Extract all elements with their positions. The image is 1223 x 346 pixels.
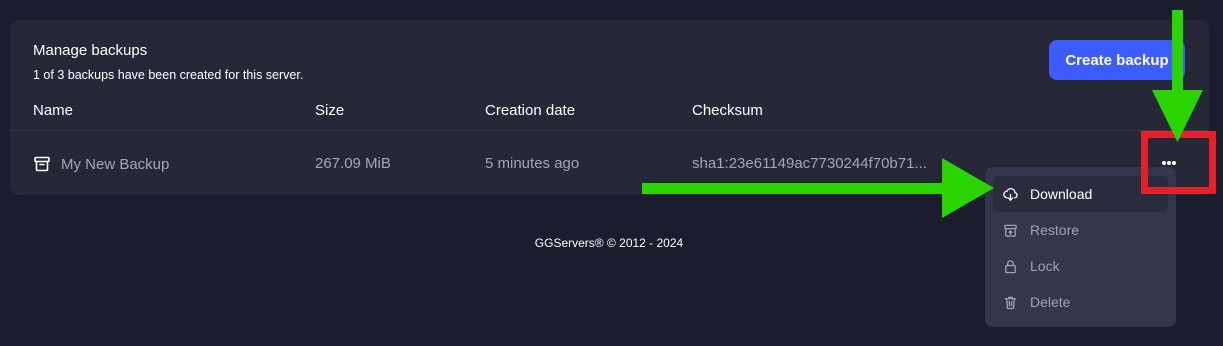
column-header-creation-date: Creation date [485,102,576,119]
backup-count-text: 1 of 3 backups have been created for thi… [33,68,304,82]
backup-checksum: sha1:23e61149ac7730244f70b71... [692,155,927,172]
annotation-highlight-box [1141,131,1216,194]
column-header-size: Size [315,102,345,119]
column-header-checksum: Checksum [692,102,763,119]
archive-icon [33,155,51,173]
page-title: Manage backups [33,42,148,59]
footer-copyright: GGServers® © 2012 - 2024 [534,236,684,250]
trash-icon [1003,295,1018,310]
backup-size: 267.09 MiB [315,155,391,172]
menu-item-label: Download [1030,186,1093,202]
cloud-download-icon [1003,187,1018,202]
menu-item-delete[interactable]: Delete [993,284,1168,320]
lock-icon [1003,259,1018,274]
menu-item-label: Delete [1030,294,1071,310]
create-backup-button[interactable]: Create backup [1049,40,1185,80]
backup-creation-date: 5 minutes ago [485,155,580,172]
menu-item-lock[interactable]: Lock [993,248,1168,284]
menu-item-label: Lock [1030,258,1060,274]
table-row-name-cell: My New Backup [33,155,169,173]
column-header-name: Name [33,102,74,119]
table-divider [10,130,1209,131]
backup-name: My New Backup [61,155,170,173]
